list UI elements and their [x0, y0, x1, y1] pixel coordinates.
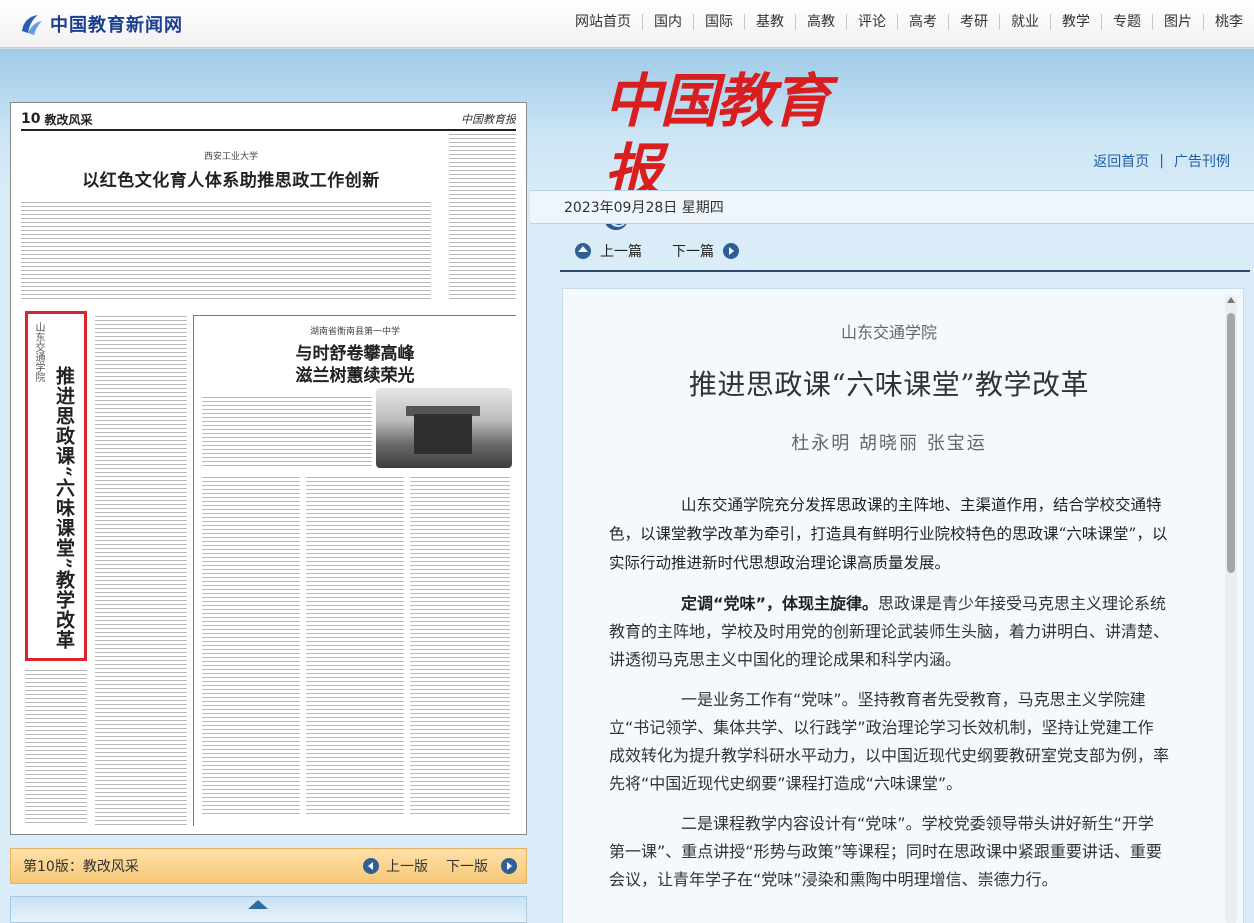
page-navigation-bar: 第10版：教改风采 上一版 下一版 [10, 848, 527, 884]
right-column-text [449, 133, 516, 301]
date-bar: 2023年09月28日 星期四 [530, 190, 1254, 224]
newspaper-masthead-logo: 中国教育报 CHINA EDUCATION DAILY [604, 66, 844, 230]
prev-article-link[interactable]: 上一篇 [600, 241, 642, 261]
article1-body-text [21, 201, 431, 301]
scroll-up-icon[interactable] [248, 900, 268, 909]
article2-title-line1: 与时舒卷攀高峰 [295, 344, 415, 364]
article-paragraph-3: 二是课程教学内容设计有“党味”。学校党委领导带头讲好新生“开学第一课”、重点讲授… [609, 814, 1162, 889]
article-content: 山东交通学院 推进思政课“六味课堂”教学改革 杜永明 胡晓丽 张宝运 山东交通学… [609, 289, 1169, 894]
newspaper-page-header: 10 教改风采 中国教育报 [21, 109, 516, 131]
article-panel: 山东交通学院 推进思政课“六味课堂”教学改革 杜永明 胡晓丽 张宝运 山东交通学… [562, 288, 1244, 923]
page-section: 教改风采 [44, 112, 93, 127]
nav-link-gaokao[interactable]: 高考 [897, 14, 948, 30]
boxed-article-title: 推进思政课“六味课堂”教学改革 [53, 366, 75, 650]
newspaper-page-image[interactable]: 10 教改风采 中国教育报 西安工业大学 以红色文化育人体系助推思政工作创新 山… [10, 102, 527, 835]
newspaper-article-2[interactable]: 湖南省衡南县第一中学 与时舒卷攀高峰 滋兰树蕙续荣光 [193, 315, 516, 826]
site-logo[interactable]: 中国教育新闻网 [18, 8, 183, 40]
issue-date: 2023年09月28日 星期四 [564, 200, 724, 216]
article-paragraph-1: 定调“党味”，体现主旋律。思政课是青少年接受马克思主义理论系统教育的主阵地，学校… [609, 590, 1169, 674]
back-home-link[interactable]: 返回首页 [1083, 151, 1159, 171]
article-lead: 山东交通学院充分发挥思政课的主阵地、主渠道作用，结合学校交通特色，以课堂教学改革… [609, 496, 1168, 572]
nav-link-topics[interactable]: 专题 [1101, 14, 1152, 30]
article2-title-line2: 滋兰树蕙续荣光 [295, 366, 415, 386]
nav-link-taoli[interactable]: 桃李 [1203, 14, 1254, 30]
nav-link-higher-education[interactable]: 高教 [795, 14, 846, 30]
boxed-article-body-text [95, 315, 187, 826]
prev-article[interactable]: 上一篇 [574, 241, 650, 261]
page-number: 10 [21, 111, 41, 127]
top-nav: 网站首页 国内 国际 基教 高教 评论 高考 考研 就业 教学 专题 图片 桃李 [564, 0, 1254, 44]
nav-link-employment[interactable]: 就业 [999, 14, 1050, 30]
article2-col1-text [202, 476, 300, 816]
article2-photo [376, 388, 512, 468]
article2-col3-text [410, 476, 510, 816]
article-paragraph-2: 一是业务工作有“党味”。坚持教育者先受教育，马克思主义学院建立“书记领学、集体共… [609, 690, 1170, 793]
nav-link-basic-education[interactable]: 基教 [744, 14, 795, 30]
site-logo-icon [22, 15, 42, 35]
article-kicker: 山东交通学院 [840, 323, 937, 342]
boxed-article-kicker: 山东交通学院 [33, 322, 44, 382]
nav-link-international[interactable]: 国际 [693, 14, 744, 30]
header-links: 返回首页 | 广告刊例 [1083, 151, 1240, 171]
nav-link-commentary[interactable]: 评论 [846, 14, 897, 30]
article2-col2-text [306, 476, 404, 816]
page-thumbnail-strip[interactable] [10, 896, 527, 923]
nav-link-domestic[interactable]: 国内 [642, 14, 693, 30]
paragraph-1-heading: 定调“党味”，体现主旋律。 [681, 594, 879, 613]
prev-page-link[interactable]: 上一版 [386, 856, 428, 876]
nav-link-teaching[interactable]: 教学 [1050, 14, 1101, 30]
current-page-label: 第10版：教改风采 [23, 859, 139, 875]
prev-page-icon[interactable] [362, 857, 380, 875]
article-scrollbar[interactable] [1225, 295, 1237, 923]
nav-link-photos[interactable]: 图片 [1152, 14, 1203, 30]
next-page-link[interactable]: 下一版 [446, 856, 488, 876]
nav-link-kaoyan[interactable]: 考研 [948, 14, 999, 30]
article1-title: 以红色文化育人体系助推思政工作创新 [82, 171, 380, 191]
scroll-up-arrow-icon[interactable] [1227, 297, 1235, 303]
ad-rates-link[interactable]: 广告刊例 [1164, 151, 1240, 171]
scrollbar-thumb[interactable] [1227, 313, 1235, 573]
article2-intro-text [202, 396, 372, 466]
boxed-article-body-text-lower [25, 669, 87, 826]
article-authors: 杜永明 胡晓丽 张宝运 [791, 433, 987, 454]
page-masthead-small: 中国教育报 [461, 113, 516, 126]
highlighted-article-box[interactable]: 山东交通学院 推进思政课“六味课堂”教学改革 [25, 311, 87, 661]
masthead-cn: 中国教育报 [604, 67, 830, 205]
site-name: 中国教育新闻网 [50, 15, 183, 36]
next-article-link[interactable]: 下一篇 [672, 241, 714, 261]
next-article-icon[interactable] [722, 242, 740, 260]
article-title: 推进思政课“六味课堂”教学改革 [688, 368, 1090, 401]
article2-kicker: 湖南省衡南县第一中学 [309, 327, 400, 337]
article-navigation: 上一篇 下一篇 [560, 232, 1250, 272]
prev-article-icon[interactable] [574, 242, 592, 260]
next-page-icon[interactable] [500, 857, 518, 875]
top-navigation-bar: 中国教育新闻网 网站首页 国内 国际 基教 高教 评论 高考 考研 就业 教学 … [0, 0, 1254, 48]
next-article[interactable]: 下一篇 [664, 241, 740, 261]
article1-kicker: 西安工业大学 [203, 152, 258, 162]
nav-link-home[interactable]: 网站首页 [564, 14, 642, 30]
